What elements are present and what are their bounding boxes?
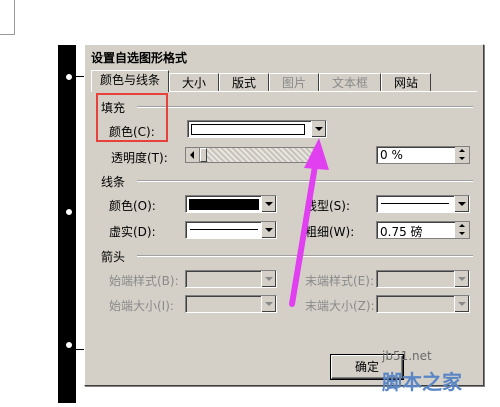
watermark-url: jb51.net [382,349,432,363]
annotation-arrow-layer [289,138,329,307]
annotation-arrow [289,138,329,307]
watermark-brand: 脚本之家 [382,370,462,394]
tab-colors-and-lines[interactable]: 颜色与线条 [91,70,169,92]
